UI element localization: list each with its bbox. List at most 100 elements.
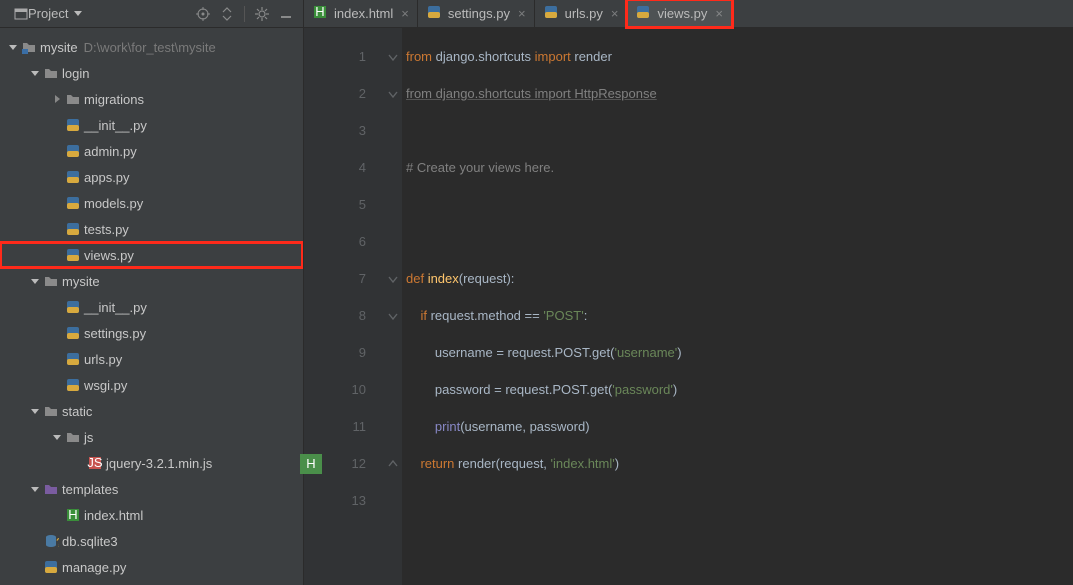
file-icon xyxy=(635,4,651,23)
file-icon xyxy=(42,559,60,575)
tree-node-__init__-py[interactable]: __init__.py xyxy=(0,112,303,138)
code-line[interactable]: from django.shortcuts import render xyxy=(406,38,1073,75)
tree-node-apps-py[interactable]: apps.py xyxy=(0,164,303,190)
file-icon xyxy=(64,221,82,237)
svg-text:H: H xyxy=(68,507,77,522)
caret-down-icon xyxy=(74,11,82,17)
tab-urls-py[interactable]: urls.py × xyxy=(535,0,628,27)
line-number: 5 xyxy=(304,186,366,223)
tree-node-index-html[interactable]: Hindex.html xyxy=(0,502,303,528)
tree-arrow-icon[interactable] xyxy=(50,432,64,442)
close-icon[interactable]: × xyxy=(518,6,526,21)
tree-arrow-icon[interactable] xyxy=(28,484,42,494)
tree-node-manage-py[interactable]: manage.py xyxy=(0,554,303,580)
collapse-icon[interactable] xyxy=(216,0,238,28)
fold-marker[interactable] xyxy=(384,445,402,482)
tree-node-urls-py[interactable]: urls.py xyxy=(0,346,303,372)
tree-node-mysite[interactable]: mysite xyxy=(0,268,303,294)
code-line[interactable] xyxy=(406,112,1073,149)
tree-node-label: models.py xyxy=(84,196,143,211)
tab-label: index.html xyxy=(334,6,393,21)
line-number: 11 xyxy=(304,408,366,445)
svg-text:?: ? xyxy=(56,535,59,549)
tree-node-templates[interactable]: templates xyxy=(0,476,303,502)
code-editor[interactable]: 1234567891011H1213 from django.shortcuts… xyxy=(304,28,1073,585)
fold-marker[interactable] xyxy=(384,297,402,334)
tab-label: urls.py xyxy=(565,6,603,21)
tree-arrow-icon[interactable] xyxy=(6,42,20,52)
code-line[interactable]: password = request.POST.get('password') xyxy=(406,371,1073,408)
fold-marker xyxy=(384,149,402,186)
tree-node-mysite[interactable]: mysite D:\work\for_test\mysite xyxy=(0,34,303,60)
top-toolbar: Project Hindex.html×settings.py×urls.py×… xyxy=(0,0,1073,28)
code-line[interactable]: return render(request, 'index.html') xyxy=(406,445,1073,482)
file-icon: ? xyxy=(42,533,60,549)
tree-node-admin-py[interactable]: admin.py xyxy=(0,138,303,164)
html-badge-icon: H xyxy=(300,451,322,471)
tree-node-settings-py[interactable]: settings.py xyxy=(0,320,303,346)
close-icon[interactable]: × xyxy=(401,6,409,21)
code-area[interactable]: from django.shortcuts import renderfrom … xyxy=(402,28,1073,585)
code-line[interactable] xyxy=(406,223,1073,260)
fold-marker[interactable] xyxy=(384,38,402,75)
code-line[interactable]: from django.shortcuts import HttpRespons… xyxy=(406,75,1073,112)
tree-node-wsgi-py[interactable]: wsgi.py xyxy=(0,372,303,398)
tree-arrow-icon[interactable] xyxy=(50,94,64,104)
gear-icon[interactable] xyxy=(251,0,273,28)
line-number: H12 xyxy=(304,445,366,482)
hide-icon[interactable] xyxy=(275,0,297,28)
tab-index-html[interactable]: Hindex.html × xyxy=(304,0,418,27)
file-icon: H xyxy=(312,4,328,23)
file-icon: JS xyxy=(86,455,104,471)
tree-node-static[interactable]: static xyxy=(0,398,303,424)
file-icon xyxy=(42,481,60,497)
code-line[interactable]: username = request.POST.get('username') xyxy=(406,334,1073,371)
tree-node-path: D:\work\for_test\mysite xyxy=(84,40,216,55)
fold-marker[interactable] xyxy=(384,75,402,112)
code-line[interactable] xyxy=(406,482,1073,519)
editor-tabs: Hindex.html×settings.py×urls.py×views.py… xyxy=(304,0,1073,27)
tree-node-__init__-py[interactable]: __init__.py xyxy=(0,294,303,320)
tree-node-jquery-3-2-1-min-js[interactable]: JSjquery-3.2.1.min.js xyxy=(0,450,303,476)
tree-arrow-icon[interactable] xyxy=(28,406,42,416)
editor-gutter: 1234567891011H1213 xyxy=(304,28,384,585)
tree-node-tests-py[interactable]: tests.py xyxy=(0,216,303,242)
code-line[interactable]: # Create your views here. xyxy=(406,149,1073,186)
tree-node-label: jquery-3.2.1.min.js xyxy=(106,456,212,471)
tree-node-label: urls.py xyxy=(84,352,122,367)
tree-node-label: mysite xyxy=(40,40,78,55)
tree-arrow-icon[interactable] xyxy=(28,68,42,78)
fold-marker[interactable] xyxy=(384,260,402,297)
close-icon[interactable]: × xyxy=(611,6,619,21)
fold-marker xyxy=(384,186,402,223)
line-number: 13 xyxy=(304,482,366,519)
line-number: 3 xyxy=(304,112,366,149)
fold-marker xyxy=(384,408,402,445)
tree-node-label: js xyxy=(84,430,93,445)
tab-settings-py[interactable]: settings.py× xyxy=(418,0,535,27)
line-number: 1 xyxy=(304,38,366,75)
tree-arrow-icon[interactable] xyxy=(28,276,42,286)
tree-node-login[interactable]: login xyxy=(0,60,303,86)
locate-icon[interactable] xyxy=(192,0,214,28)
code-line[interactable] xyxy=(406,186,1073,223)
project-tree[interactable]: mysite D:\work\for_test\mysiteloginmigrat… xyxy=(0,28,304,585)
tree-node-models-py[interactable]: models.py xyxy=(0,190,303,216)
file-icon xyxy=(64,143,82,159)
tree-node-js[interactable]: js xyxy=(0,424,303,450)
tree-node-migrations[interactable]: migrations xyxy=(0,86,303,112)
tree-node-label: index.html xyxy=(84,508,143,523)
line-number: 10 xyxy=(304,371,366,408)
tab-views-py[interactable]: views.py× xyxy=(627,0,731,27)
file-icon xyxy=(64,247,82,263)
code-line[interactable]: print(username, password) xyxy=(406,408,1073,445)
close-icon[interactable]: × xyxy=(715,6,723,21)
tree-node-views-py[interactable]: views.py xyxy=(0,242,303,268)
code-line[interactable]: def index(request): xyxy=(406,260,1073,297)
tree-node-label: __init__.py xyxy=(84,118,147,133)
file-icon xyxy=(64,429,82,445)
tree-node-db-sqlite3[interactable]: ?db.sqlite3 xyxy=(0,528,303,554)
project-view-button[interactable]: Project xyxy=(0,0,90,28)
code-line[interactable]: if request.method == 'POST': xyxy=(406,297,1073,334)
svg-text:JS: JS xyxy=(87,455,103,470)
